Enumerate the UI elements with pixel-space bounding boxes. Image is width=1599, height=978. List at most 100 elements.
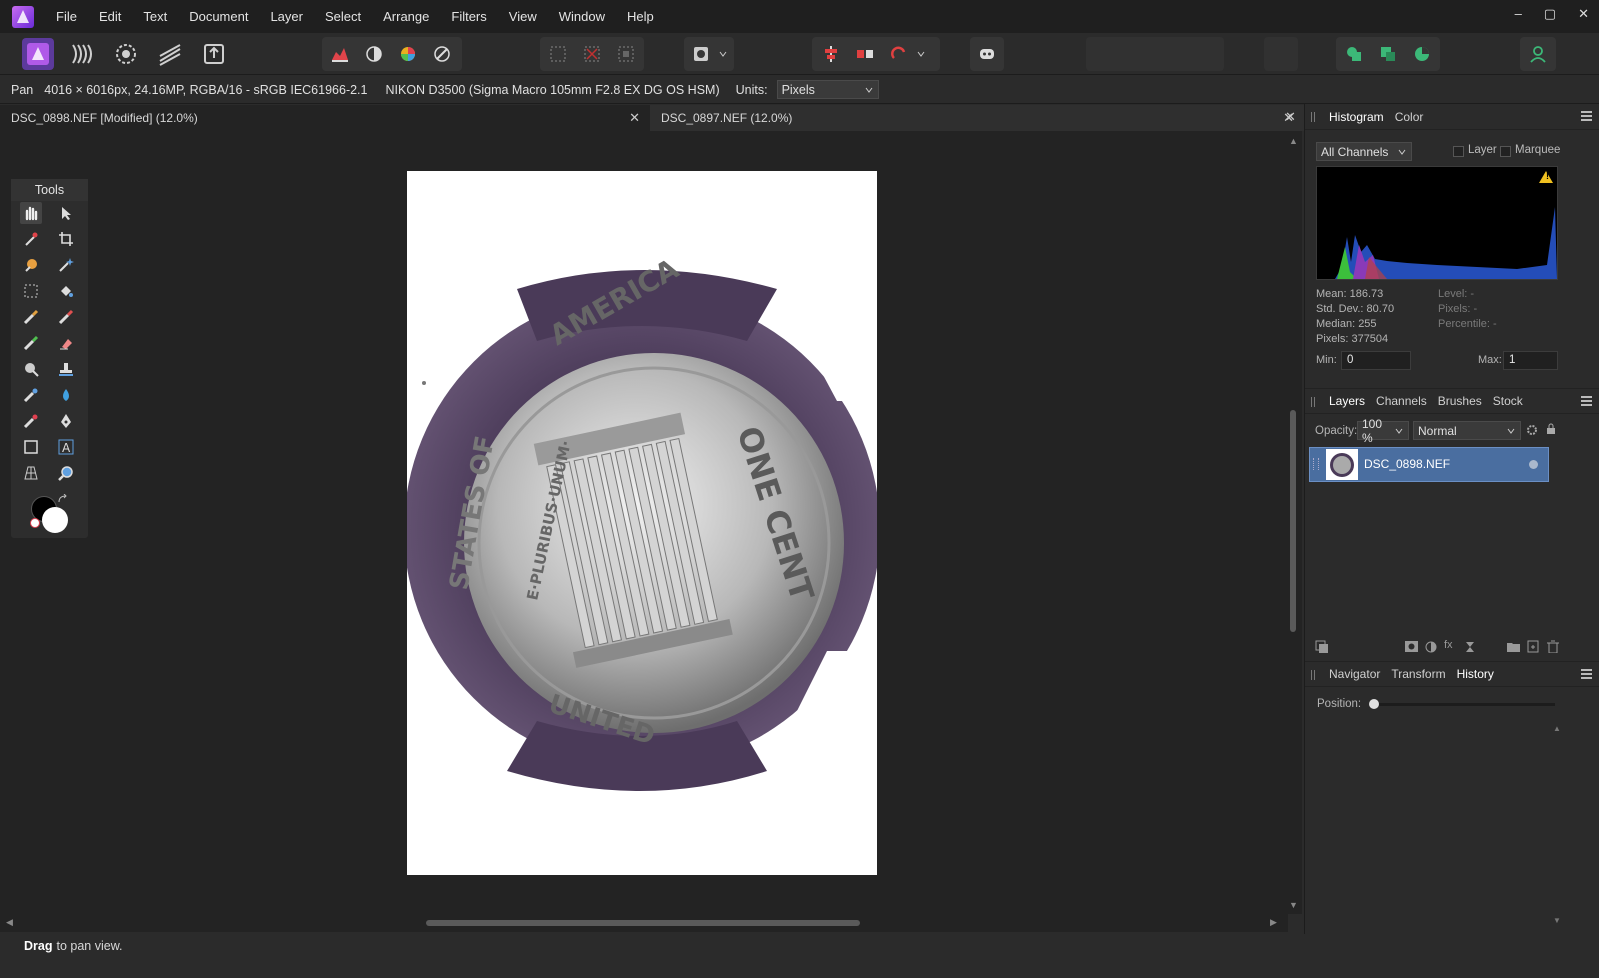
affinity-photo-logo-icon[interactable] — [12, 5, 34, 28]
mesh-warp-icon[interactable] — [20, 462, 42, 484]
select-all-icon[interactable] — [544, 40, 572, 68]
zoom-icon[interactable] — [55, 462, 77, 484]
lock-icon[interactable] — [1546, 423, 1556, 435]
panel-menu-icon[interactable] — [1581, 111, 1592, 121]
boolean-subtract-icon[interactable] — [1374, 40, 1402, 68]
panel-menu-icon[interactable] — [1581, 396, 1592, 406]
max-input[interactable]: 1 — [1503, 351, 1558, 370]
magic-wand-icon[interactable] — [55, 254, 77, 276]
menu-file[interactable]: File — [56, 9, 77, 24]
layer-visibility-icon[interactable] — [1529, 460, 1538, 469]
blend-mode-dropdown[interactable]: Normal — [1413, 421, 1521, 440]
invert-selection-icon[interactable] — [612, 40, 640, 68]
scroll-down-icon[interactable]: ▼ — [1289, 900, 1298, 910]
tab-channels[interactable]: Channels — [1376, 394, 1427, 408]
tab-navigator[interactable]: Navigator — [1329, 667, 1380, 681]
layer-checkbox[interactable] — [1453, 146, 1464, 157]
menu-document[interactable]: Document — [189, 9, 248, 24]
menu-layer[interactable]: Layer — [270, 9, 303, 24]
secondary-color-swatch[interactable] — [42, 507, 68, 533]
menu-help[interactable]: Help — [627, 9, 654, 24]
tab-history[interactable]: History — [1457, 667, 1494, 681]
layer-drag-handle-icon[interactable] — [1313, 458, 1319, 470]
delete-layer-icon[interactable] — [1547, 640, 1559, 656]
gear-icon[interactable] — [1526, 424, 1538, 436]
layer-row[interactable]: DSC_0898.NEF — [1309, 447, 1549, 482]
auto-contrast-icon[interactable] — [360, 40, 388, 68]
move-arrow-icon[interactable] — [55, 202, 77, 224]
mask-layer-icon[interactable] — [1405, 641, 1419, 656]
menu-edit[interactable]: Edit — [99, 9, 121, 24]
smudge-icon[interactable] — [20, 384, 42, 406]
units-dropdown[interactable]: Pixels — [776, 80, 879, 99]
deselect-icon[interactable] — [578, 40, 606, 68]
hourglass-icon[interactable] — [1465, 641, 1475, 656]
text-tool-icon[interactable]: A — [55, 436, 77, 458]
grip-icon[interactable] — [1311, 397, 1315, 407]
position-slider[interactable] — [1373, 703, 1555, 706]
layer-stack-icon[interactable] — [1315, 640, 1329, 657]
history-scrollbar[interactable]: ▲ ▼ — [1549, 724, 1563, 925]
menu-select[interactable]: Select — [325, 9, 361, 24]
tab-layers[interactable]: Layers — [1329, 394, 1365, 408]
boolean-add-icon[interactable] — [1340, 40, 1368, 68]
auto-white-balance-icon[interactable] — [428, 40, 456, 68]
crop-icon[interactable] — [55, 228, 77, 250]
menu-arrange[interactable]: Arrange — [383, 9, 429, 24]
user-account-icon[interactable] — [1524, 40, 1552, 68]
undo-redo-icon[interactable] — [885, 40, 913, 68]
pixel-brush-icon[interactable] — [55, 306, 77, 328]
boolean-intersect-icon[interactable] — [1408, 40, 1436, 68]
tab-dsc-0897[interactable]: DSC_0897.NEF (12.0%) ✕ — [650, 105, 1304, 131]
flood-fill-icon[interactable] — [55, 280, 77, 302]
vertical-scroll-thumb[interactable] — [1290, 410, 1296, 632]
menu-text[interactable]: Text — [143, 9, 167, 24]
chevron-down-icon[interactable] — [715, 40, 731, 68]
eraser-icon[interactable] — [55, 332, 77, 354]
min-input[interactable]: 0 — [1341, 351, 1411, 370]
layer-name[interactable]: DSC_0898.NEF — [1364, 457, 1450, 471]
alignment-icon[interactable] — [817, 40, 845, 68]
tab-color[interactable]: Color — [1395, 110, 1424, 124]
tab-transform[interactable]: Transform — [1391, 667, 1445, 681]
rectangle-shape-icon[interactable] — [20, 436, 42, 458]
swap-colors-icon[interactable] — [58, 493, 68, 503]
folder-icon[interactable] — [1507, 641, 1521, 656]
panel-menu-icon[interactable] — [1581, 669, 1592, 679]
tone-mapping-persona-icon[interactable] — [154, 38, 186, 70]
tab-brushes[interactable]: Brushes — [1438, 394, 1482, 408]
color-picker-icon[interactable] — [20, 228, 42, 250]
adjustment-layer-icon[interactable] — [1425, 641, 1437, 656]
clone-stamp-icon[interactable] — [55, 358, 77, 380]
close-all-icon[interactable]: ✕ — [1285, 109, 1296, 125]
close-window-button[interactable]: ✕ — [1578, 6, 1589, 22]
quick-mask-icon[interactable] — [687, 40, 715, 68]
menu-filters[interactable]: Filters — [451, 9, 486, 24]
liquify-persona-icon[interactable] — [66, 38, 98, 70]
opacity-dropdown[interactable]: 100 % — [1357, 417, 1409, 445]
menu-view[interactable]: View — [509, 9, 537, 24]
tab-stock[interactable]: Stock — [1493, 394, 1523, 408]
marquee-icon[interactable] — [20, 280, 42, 302]
horizontal-scroll-thumb[interactable] — [426, 920, 860, 926]
pen-icon[interactable] — [55, 410, 77, 432]
auto-colors-icon[interactable] — [394, 40, 422, 68]
healing-brush-icon[interactable] — [20, 332, 42, 354]
scroll-right-icon[interactable]: ▶ — [1270, 917, 1277, 928]
channel-dropdown[interactable]: All Channels — [1316, 142, 1412, 161]
assistant-icon[interactable] — [973, 40, 1001, 68]
close-icon[interactable]: ✕ — [629, 110, 640, 126]
selection-brush-icon[interactable] — [20, 254, 42, 276]
live-filter-icon[interactable]: fx — [1444, 639, 1453, 651]
minimize-button[interactable]: ‒ — [1515, 6, 1522, 22]
tab-histogram[interactable]: Histogram — [1329, 110, 1384, 124]
grip-icon[interactable] — [1311, 112, 1315, 122]
export-persona-icon[interactable] — [198, 38, 230, 70]
add-layer-icon[interactable] — [1527, 640, 1539, 656]
red-eye-brush-icon[interactable] — [20, 410, 42, 432]
tab-dsc-0898[interactable]: DSC_0898.NEF [Modified] (12.0%) ✕ — [0, 105, 650, 131]
reset-colors-icon[interactable] — [30, 518, 40, 528]
paint-brush-icon[interactable] — [20, 306, 42, 328]
grip-icon[interactable] — [1311, 670, 1315, 680]
menu-window[interactable]: Window — [559, 9, 605, 24]
